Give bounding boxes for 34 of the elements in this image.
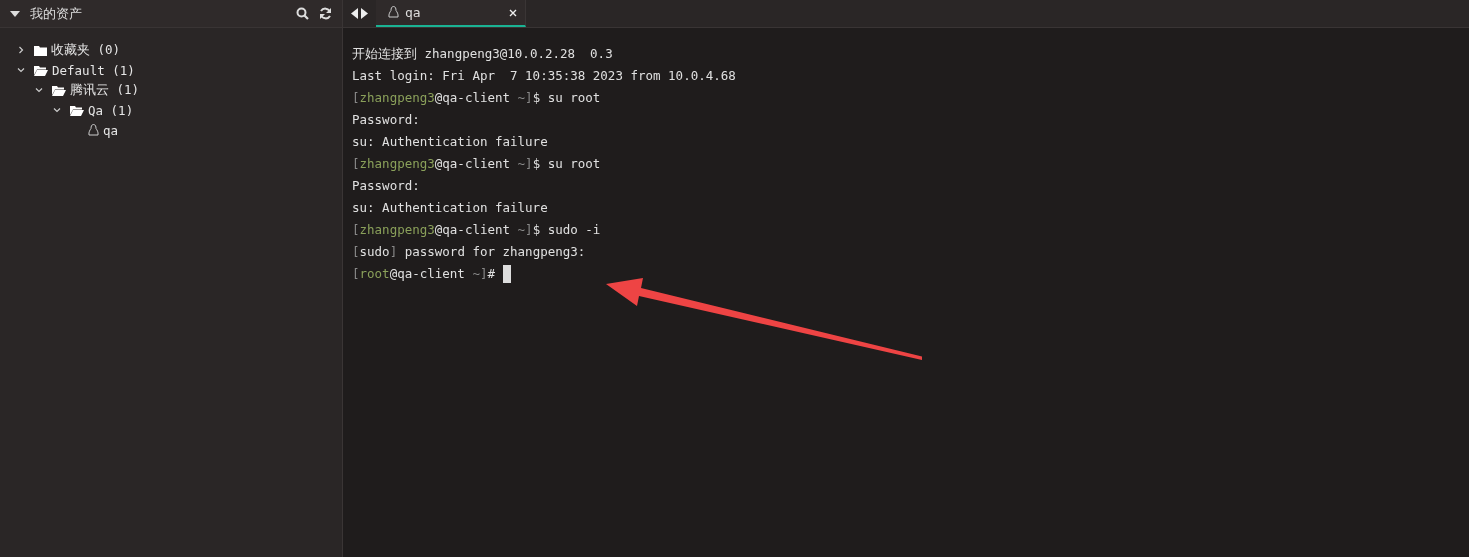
terminal-line: [zhangpeng3@qa-client ~]$ sudo -i xyxy=(352,221,601,239)
tree-item[interactable]: 腾讯云 (1) xyxy=(0,80,342,100)
terminal-line: Password: xyxy=(352,177,420,195)
open-folder-icon xyxy=(70,104,84,116)
close-icon[interactable] xyxy=(509,8,517,17)
tree-item[interactable]: Qa (1) xyxy=(0,100,342,120)
chevron-right-icon[interactable] xyxy=(17,46,25,54)
previous-icon[interactable] xyxy=(351,8,358,19)
terminal-line: Password: xyxy=(352,111,420,129)
tree-item[interactable]: qa xyxy=(0,120,342,140)
chevron-down-icon[interactable] xyxy=(35,86,43,94)
penguin-icon xyxy=(388,6,399,19)
session-tab[interactable]: qa xyxy=(376,0,526,27)
panel-title: 我的资产 xyxy=(30,4,83,23)
collapse-caret-icon[interactable] xyxy=(10,10,20,17)
terminal-line: su: Authentication failure xyxy=(352,133,548,151)
open-folder-icon xyxy=(52,84,66,96)
terminal-line: [sudo] password for zhangpeng3: xyxy=(352,243,586,261)
terminal-line: su: Authentication failure xyxy=(352,199,548,217)
penguin-icon xyxy=(88,123,99,137)
tree-item[interactable]: 收藏夹 (0) xyxy=(0,40,342,60)
terminal-line: [zhangpeng3@qa-client ~]$ su root xyxy=(352,155,601,173)
terminal-line: [root@qa-client ~]# xyxy=(352,265,497,283)
chevron-down-icon[interactable] xyxy=(53,106,61,114)
refresh-icon[interactable] xyxy=(319,7,332,20)
folder-icon xyxy=(34,44,47,56)
next-icon[interactable] xyxy=(361,8,368,19)
tree-item[interactable]: Default (1) xyxy=(0,60,342,80)
terminal-line: [zhangpeng3@qa-client ~]$ su root xyxy=(352,89,601,107)
chevron-down-icon[interactable] xyxy=(17,66,25,74)
terminal-line: 开始连接到 zhangpeng3@10.0.2.28 0.3 xyxy=(352,45,613,63)
terminal-line: Last login: Fri Apr 7 10:35:38 2023 from 10.0.4.68 xyxy=(352,67,736,85)
open-folder-icon xyxy=(34,64,48,76)
search-icon[interactable] xyxy=(296,7,309,20)
